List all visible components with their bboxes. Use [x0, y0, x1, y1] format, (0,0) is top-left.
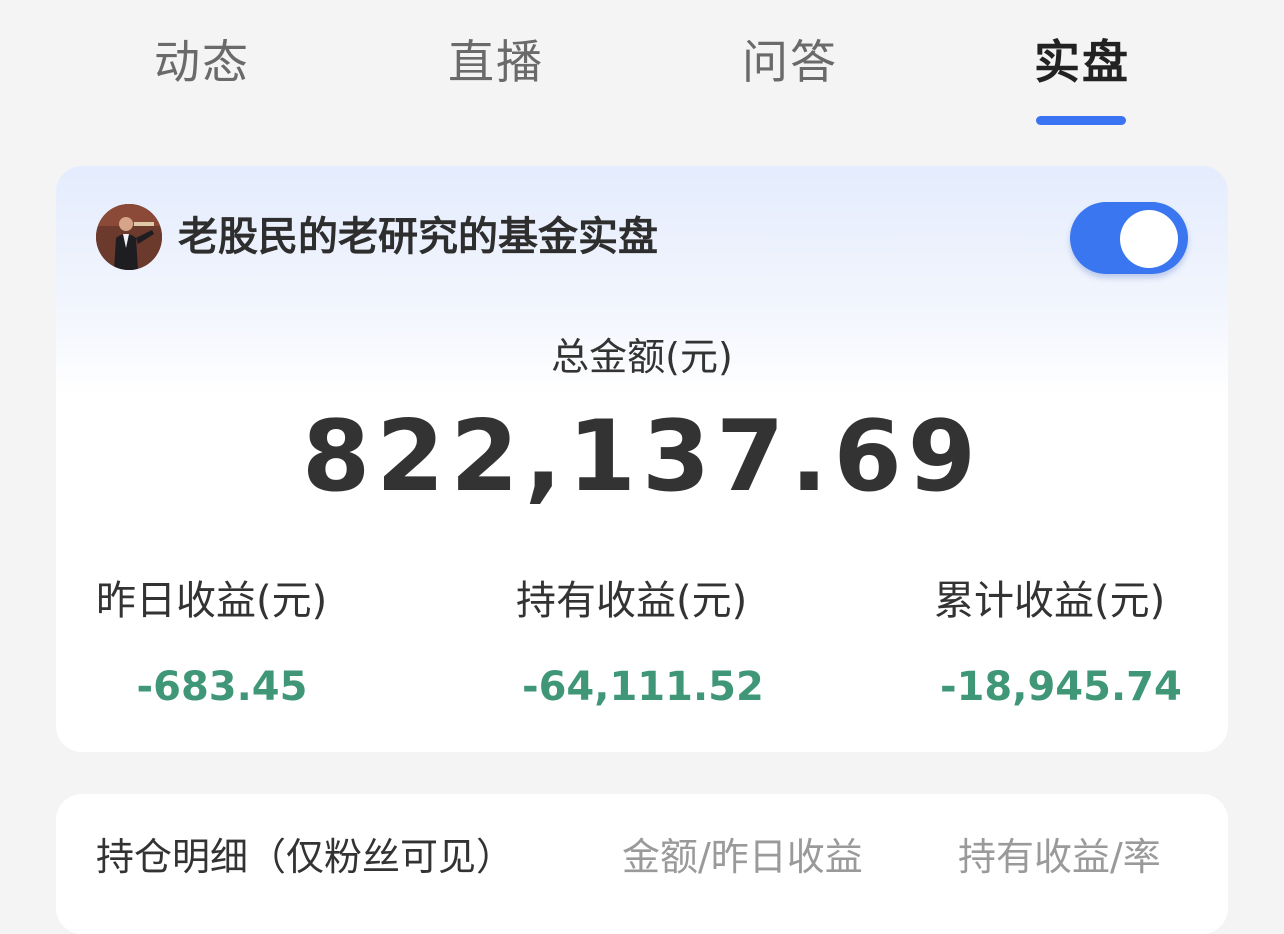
portfolio-title: 老股民的老研究的基金实盘 [178, 214, 658, 260]
holdings-col-amount[interactable]: 金额/昨日收益 [622, 830, 863, 884]
cumulative-return-label: 累计收益(元) [934, 578, 1166, 624]
tab-real-portfolio[interactable]: 实盘 [982, 32, 1182, 92]
tab-bar: 动态 直播 问答 实盘 [0, 0, 1284, 140]
holdings-card: 持仓明细（仅粉丝可见） 金额/昨日收益 持有收益/率 [56, 794, 1228, 934]
yesterday-return-label: 昨日收益(元) [96, 578, 328, 624]
holding-return-label: 持有收益(元) [516, 578, 748, 624]
portfolio-summary-card: 老股民的老研究的基金实盘 总金额(元) 822,137.69 昨日收益(元) -… [56, 166, 1228, 752]
cumulative-return-value: -18,945.74 [940, 664, 1182, 710]
yesterday-return-value: -683.45 [136, 664, 308, 710]
total-amount-label: 总金额(元) [551, 335, 733, 379]
holding-return-value: -64,111.52 [522, 664, 764, 710]
avatar[interactable] [96, 204, 162, 270]
tab-live[interactable]: 直播 [396, 32, 596, 92]
tab-qa[interactable]: 问答 [690, 32, 890, 92]
toggle-knob [1120, 210, 1178, 268]
total-amount-value: 822,137.69 [302, 400, 982, 514]
active-tab-indicator [1036, 116, 1126, 125]
tab-feed[interactable]: 动态 [102, 32, 302, 92]
holdings-col-return[interactable]: 持有收益/率 [958, 830, 1161, 884]
visibility-toggle[interactable] [1070, 202, 1188, 274]
holdings-title: 持仓明细（仅粉丝可见） [96, 835, 515, 879]
